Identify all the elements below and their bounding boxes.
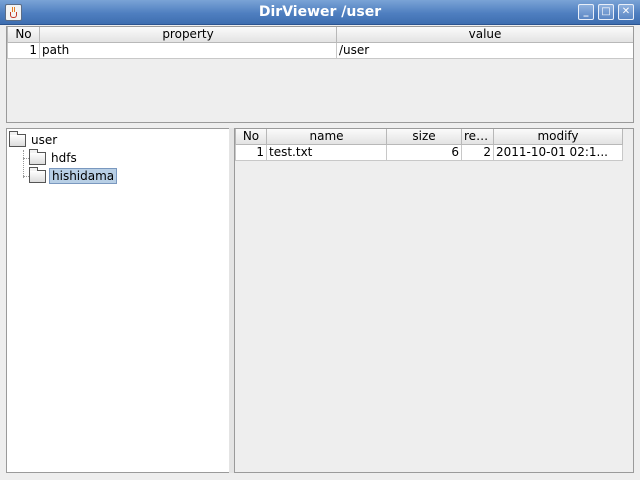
tree-node-user[interactable]: user [9, 130, 59, 148]
column-header-name[interactable]: name [266, 129, 387, 145]
folder-icon [29, 148, 46, 165]
column-header-modify[interactable]: modify [493, 129, 623, 145]
property-table[interactable]: No property value 1 path /user [7, 27, 633, 59]
tree-node-label-selected: hishidama [49, 168, 118, 184]
title-bar[interactable]: DirViewer /user _ □ ✕ [0, 0, 640, 25]
tree-node-label: user [31, 133, 58, 147]
column-header-no[interactable]: No [235, 129, 267, 145]
file-table-header: No name size rep... modify [235, 129, 623, 145]
tree-node-hdfs[interactable]: hdfs [29, 148, 79, 166]
column-header-property[interactable]: property [39, 27, 337, 43]
property-table-header: No property value [7, 27, 633, 43]
tree-connector [23, 150, 24, 178]
cell-value[interactable]: /user [336, 41, 633, 59]
property-table-panel[interactable]: No property value 1 path /user [6, 26, 634, 123]
file-table[interactable]: No name size rep... modify 1 test.txt 6 … [235, 129, 623, 161]
maximize-button[interactable]: □ [598, 4, 614, 20]
column-header-size[interactable]: size [386, 129, 462, 145]
file-list-panel[interactable]: No name size rep... modify 1 test.txt 6 … [234, 128, 634, 473]
cell-property[interactable]: path [39, 41, 337, 59]
column-header-value[interactable]: value [336, 27, 633, 43]
close-button[interactable]: ✕ [618, 4, 634, 20]
cell-name[interactable]: test.txt [266, 143, 387, 161]
cell-no[interactable]: 1 [7, 41, 40, 59]
tree-node-hishidama[interactable]: hishidama [29, 166, 118, 184]
folder-icon [9, 130, 26, 147]
folder-icon [29, 166, 46, 183]
cell-modify[interactable]: 2011-10-01 02:1... [493, 143, 623, 161]
table-row[interactable]: 1 test.txt 6 2 2011-10-01 02:1... [235, 143, 623, 161]
cell-no[interactable]: 1 [235, 143, 267, 161]
column-header-no[interactable]: No [7, 27, 40, 43]
column-header-replication[interactable]: rep... [461, 129, 494, 145]
table-row[interactable]: 1 path /user [7, 41, 633, 59]
directory-tree[interactable]: user hdfs hishidama [6, 128, 230, 473]
minimize-button[interactable]: _ [578, 4, 594, 20]
cell-size[interactable]: 6 [386, 143, 462, 161]
tree-node-label: hdfs [51, 151, 77, 165]
window-title: DirViewer /user [258, 4, 382, 20]
cell-replication[interactable]: 2 [461, 143, 494, 161]
